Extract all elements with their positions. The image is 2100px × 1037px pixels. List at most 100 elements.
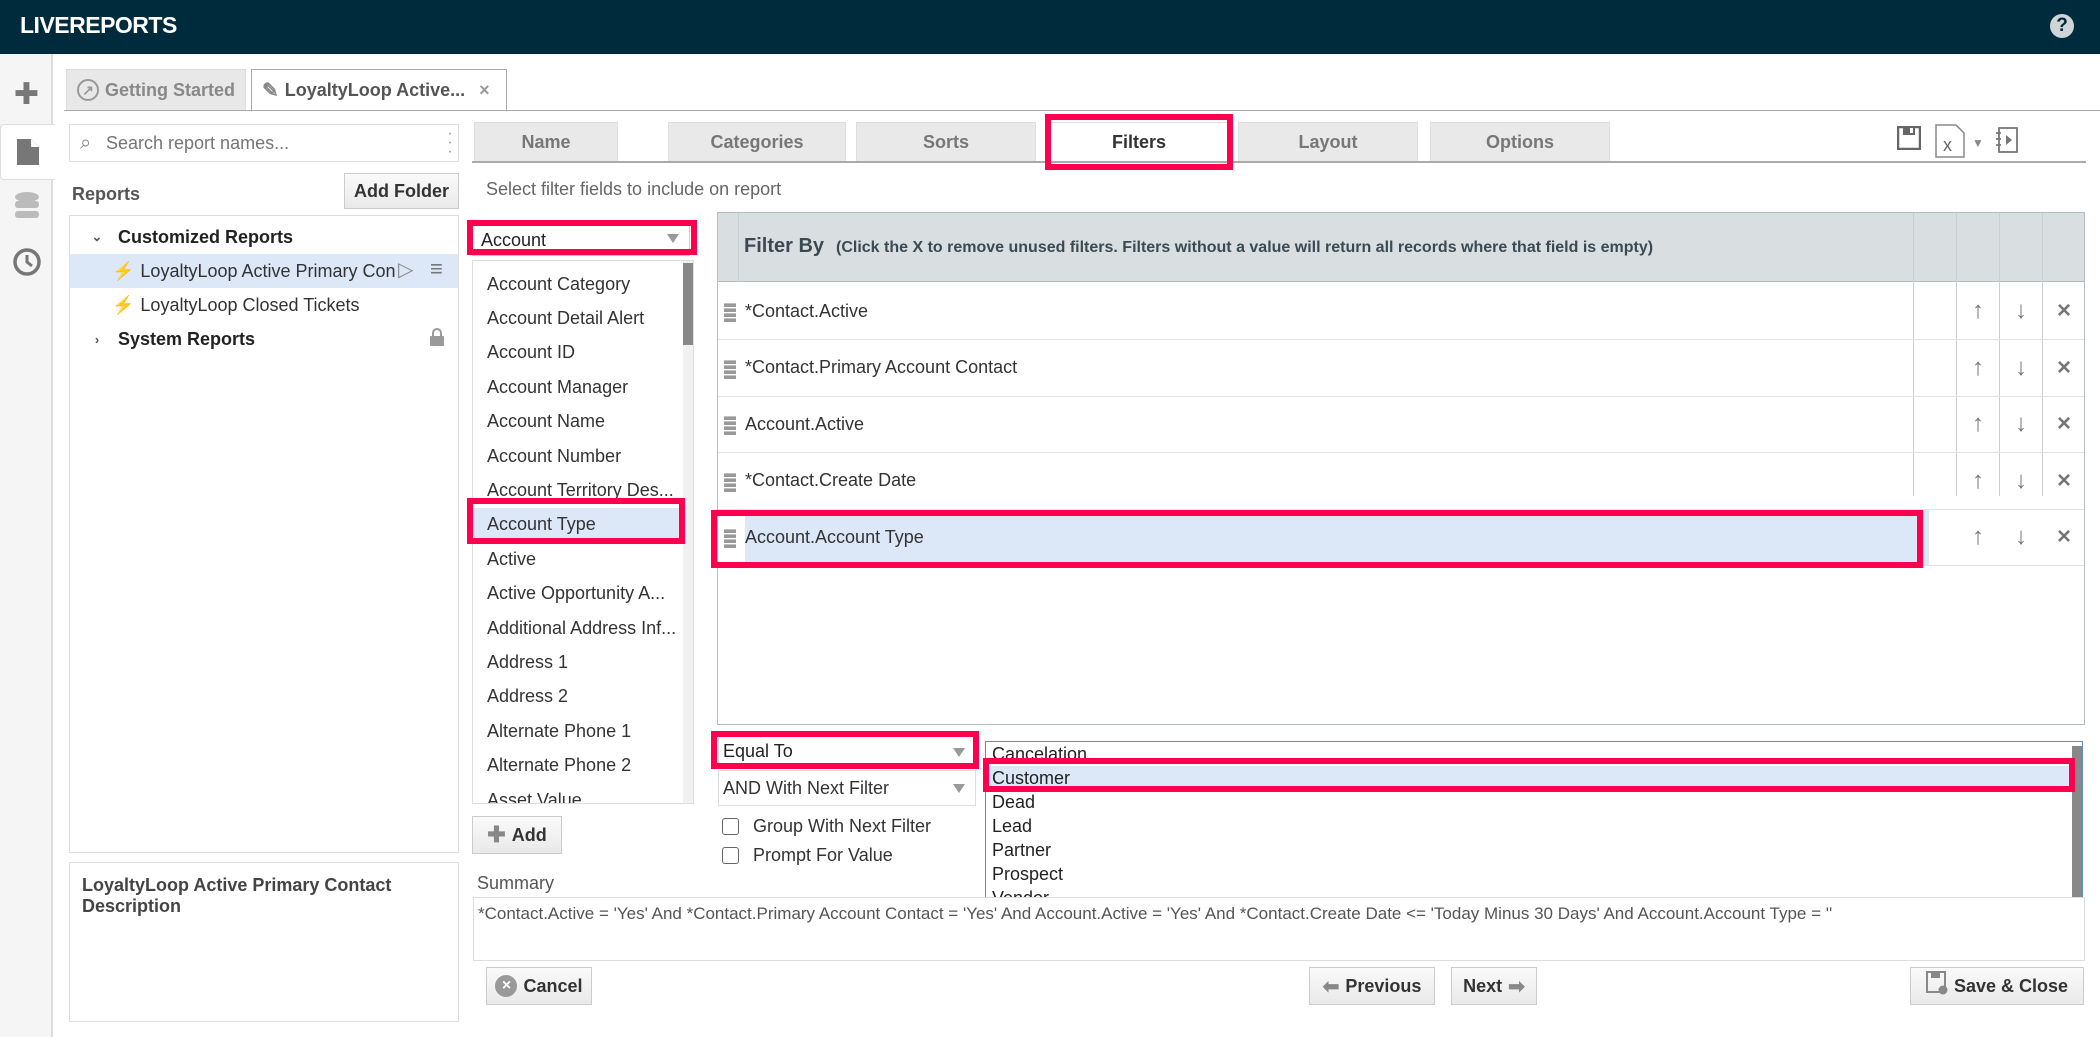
remove-filter-icon[interactable]: ×: [2049, 410, 2079, 438]
tab-layout[interactable]: Layout: [1238, 122, 1418, 162]
previous-button[interactable]: ⬅ Previous: [1309, 967, 1435, 1005]
filter-row[interactable]: ▬ ▬ ▬ ▬ *Contact.Create Date ↑ ↓ ×: [718, 453, 2084, 510]
table-select[interactable]: Account: [472, 224, 690, 256]
remove-filter-icon[interactable]: ×: [2049, 297, 2079, 325]
field-item[interactable]: Account Detail Alert: [473, 301, 683, 335]
filter-field-name[interactable]: *Contact.Create Date: [745, 453, 1929, 509]
prompt-for-value-checkbox-row[interactable]: Prompt For Value: [722, 845, 893, 866]
field-item[interactable]: Account Territory Des...: [473, 473, 683, 507]
drag-handle-icon[interactable]: ▬ ▬ ▬ ▬: [724, 297, 736, 324]
value-option[interactable]: Cancelation: [989, 742, 2069, 766]
grid-title: Filter By: [744, 235, 825, 257]
drag-handle-icon[interactable]: ▬ ▬ ▬ ▬: [724, 523, 736, 550]
field-item[interactable]: Additional Address Inf...: [473, 611, 683, 645]
value-option[interactable]: Dead: [989, 790, 2069, 814]
field-item[interactable]: Account ID: [473, 336, 683, 370]
help-icon[interactable]: ?: [2050, 14, 2074, 38]
tab-filters[interactable]: Filters: [1047, 122, 1231, 162]
remove-filter-icon[interactable]: ×: [2049, 467, 2079, 495]
prompt-for-value-checkbox[interactable]: [722, 847, 739, 864]
preview-icon[interactable]: [1995, 127, 2019, 160]
value-option[interactable]: Customer: [989, 766, 2069, 790]
next-button[interactable]: Next ➡: [1451, 967, 1537, 1005]
tab-options[interactable]: Options: [1430, 122, 1610, 162]
field-item[interactable]: Alternate Phone 2: [473, 749, 683, 783]
filter-row[interactable]: ▬ ▬ ▬ ▬ *Contact.Primary Account Contact ↑ ↓ ×: [718, 340, 2084, 397]
close-icon[interactable]: ×: [479, 80, 490, 101]
arrow-circle-icon: ↗: [77, 79, 99, 101]
grid-note: (Click the X to remove unused filters. F…: [836, 239, 1654, 256]
save-icon[interactable]: [1896, 125, 1922, 157]
value-option[interactable]: Partner: [989, 838, 2069, 862]
tab-name[interactable]: Name: [474, 122, 618, 162]
clock-icon[interactable]: [0, 234, 53, 290]
run-icon[interactable]: ▷: [398, 257, 413, 282]
field-item[interactable]: Active: [473, 542, 683, 576]
drag-handle-icon[interactable]: ▬ ▬ ▬ ▬: [724, 354, 736, 381]
chevron-down-icon[interactable]: ⌄: [88, 229, 106, 245]
filter-field-name[interactable]: *Contact.Active: [745, 283, 1929, 339]
tab-categories[interactable]: Categories: [668, 122, 846, 162]
value-option[interactable]: Prospect: [989, 862, 2069, 886]
grid-header: Filter By (Click the X to remove unused …: [718, 213, 2084, 282]
filter-row[interactable]: ▬ ▬ ▬ ▬ Account.Account Type ↑ ↓ ×: [718, 509, 2084, 566]
field-item[interactable]: Address 2: [473, 680, 683, 714]
move-up-icon[interactable]: ↑: [1963, 354, 1993, 382]
save-close-button[interactable]: Save & Close: [1910, 967, 2084, 1005]
filter-row[interactable]: ▬ ▬ ▬ ▬ *Contact.Active ↑ ↓ ×: [718, 283, 2084, 340]
remove-filter-icon[interactable]: ×: [2049, 354, 2079, 382]
move-down-icon[interactable]: ↓: [2006, 523, 2036, 551]
add-folder-button[interactable]: Add Folder: [344, 173, 459, 209]
field-item[interactable]: Account Number: [473, 439, 683, 473]
tree-folder-system-reports[interactable]: › System Reports: [70, 322, 458, 356]
move-up-icon[interactable]: ↑: [1963, 410, 1993, 438]
chevron-right-icon[interactable]: ›: [88, 332, 106, 347]
join-select[interactable]: AND With Next Filter: [718, 770, 976, 806]
menu-icon[interactable]: ≡: [430, 256, 443, 282]
more-options-icon[interactable]: · · ·: [446, 126, 454, 160]
group-with-next-checkbox[interactable]: [722, 818, 739, 835]
move-up-icon[interactable]: ↑: [1963, 297, 1993, 325]
filter-field-name[interactable]: *Contact.Primary Account Contact: [745, 340, 1929, 396]
tab-loyaltyloop-report[interactable]: ✎ LoyaltyLoop Active... ×: [251, 69, 507, 112]
scrollbar-thumb[interactable]: [2072, 746, 2082, 907]
plus-icon[interactable]: ✚: [0, 66, 53, 122]
filter-field-name[interactable]: Account.Account Type: [745, 509, 1929, 565]
drag-handle-icon[interactable]: ▬ ▬ ▬ ▬: [724, 410, 736, 437]
arrow-right-icon: ➡: [1508, 975, 1525, 998]
move-down-icon[interactable]: ↓: [2006, 410, 2036, 438]
cancel-button[interactable]: × Cancel: [486, 967, 592, 1005]
field-item[interactable]: Account Name: [473, 405, 683, 439]
group-with-next-checkbox-row[interactable]: Group With Next Filter: [722, 816, 931, 837]
tab-getting-started[interactable]: ↗ Getting Started: [66, 69, 246, 111]
field-item[interactable]: Account Manager: [473, 370, 683, 404]
excel-export-icon[interactable]: x: [1935, 124, 1965, 165]
move-up-icon[interactable]: ↑: [1963, 467, 1993, 495]
move-down-icon[interactable]: ↓: [2006, 354, 2036, 382]
remove-filter-icon[interactable]: ×: [2049, 523, 2079, 551]
document-icon[interactable]: [0, 124, 55, 180]
field-item[interactable]: Address 1: [473, 645, 683, 679]
field-item[interactable]: Asset Value: [473, 783, 683, 804]
field-item[interactable]: Account Category: [473, 267, 683, 301]
operator-select[interactable]: Equal To: [718, 736, 976, 766]
field-item[interactable]: Active Opportunity A...: [473, 577, 683, 611]
field-item[interactable]: Account Type: [473, 507, 683, 542]
filter-row[interactable]: ▬ ▬ ▬ ▬ Account.Active ↑ ↓ ×: [718, 396, 2084, 453]
tab-sorts[interactable]: Sorts: [856, 122, 1036, 162]
value-option[interactable]: Lead: [989, 814, 2069, 838]
move-down-icon[interactable]: ↓: [2006, 467, 2036, 495]
move-up-icon[interactable]: ↑: [1963, 523, 1993, 551]
tree-folder-customized-reports[interactable]: ⌄ Customized Reports: [70, 220, 458, 254]
scrollbar-thumb[interactable]: [683, 263, 693, 345]
field-item[interactable]: Alternate Phone 1: [473, 714, 683, 748]
add-field-button[interactable]: ✚ Add: [472, 816, 562, 854]
tree-item-report[interactable]: ⚡ LoyaltyLoop Active Primary Con ▷ ≡: [70, 254, 458, 288]
tree-item-report[interactable]: ⚡ LoyaltyLoop Closed Tickets: [70, 288, 458, 322]
move-down-icon[interactable]: ↓: [2006, 297, 2036, 325]
search-input[interactable]: [106, 129, 436, 157]
filter-field-name[interactable]: Account.Active: [745, 396, 1929, 452]
database-icon[interactable]: [0, 178, 53, 234]
export-dropdown-icon[interactable]: ▼: [1972, 136, 1984, 150]
drag-handle-icon[interactable]: ▬ ▬ ▬ ▬: [724, 467, 736, 494]
